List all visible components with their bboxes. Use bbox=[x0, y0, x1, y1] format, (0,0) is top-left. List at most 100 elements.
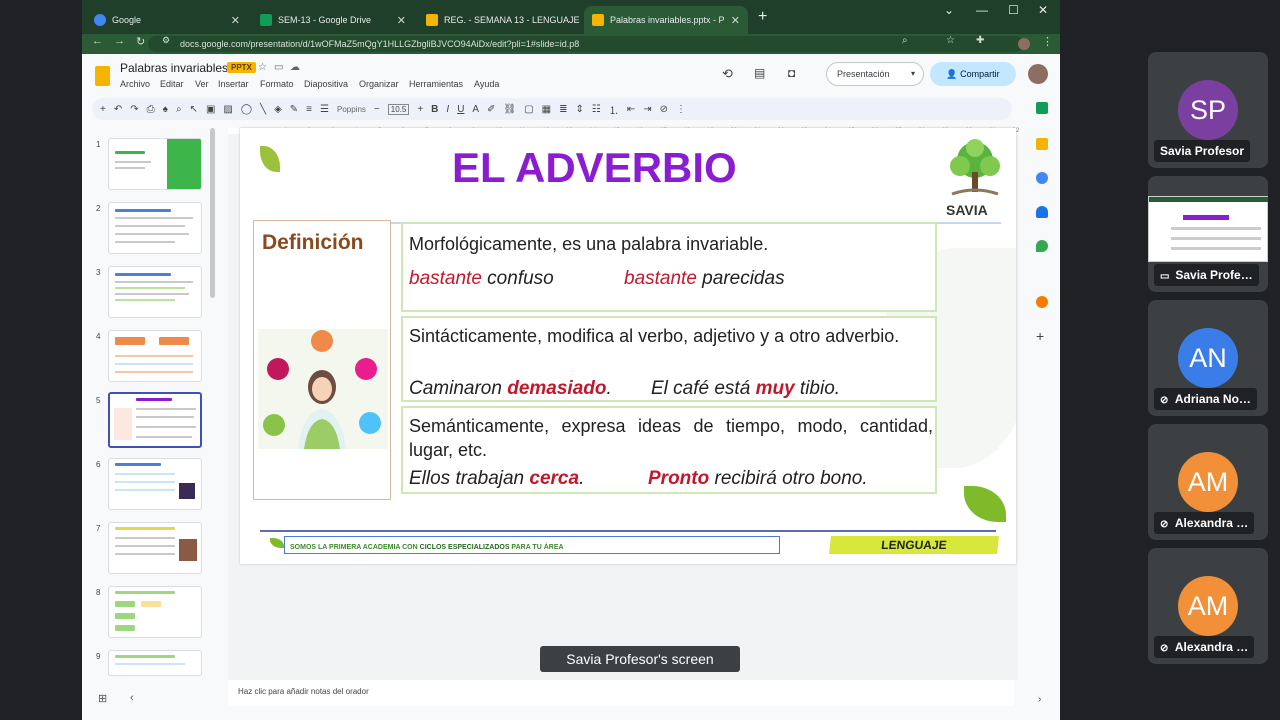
border-dash-icon[interactable]: ☰ bbox=[320, 104, 329, 115]
addon-icon[interactable] bbox=[1036, 296, 1048, 308]
slide-thumbnail[interactable] bbox=[108, 138, 202, 190]
numbered-list-icon[interactable]: ⒈ bbox=[609, 102, 619, 117]
collapse-panel-icon[interactable]: ‹ bbox=[130, 692, 134, 704]
italic-icon[interactable]: I bbox=[446, 104, 449, 115]
chevron-down-icon[interactable]: ⌄ bbox=[944, 3, 954, 17]
image-icon[interactable]: ▨ bbox=[223, 104, 232, 115]
slide-thumbnail[interactable] bbox=[108, 586, 202, 638]
border-color-icon[interactable]: ✎ bbox=[290, 104, 298, 115]
maps-icon[interactable] bbox=[1036, 240, 1048, 252]
participant-tile[interactable]: SP Savia Profesor bbox=[1148, 52, 1268, 168]
present-button[interactable]: Presentación ▾ bbox=[826, 62, 924, 86]
print-icon[interactable]: ⎙ bbox=[147, 104, 155, 115]
comment-add-icon[interactable]: ▢ bbox=[524, 104, 533, 115]
window-close-icon[interactable]: ✕ bbox=[1038, 3, 1048, 17]
back-icon[interactable]: ← bbox=[92, 35, 103, 47]
share-button[interactable]: 👤 Compartir bbox=[930, 62, 1016, 86]
bookmark-star-icon[interactable]: ☆ bbox=[946, 35, 955, 46]
forward-icon[interactable]: → bbox=[114, 35, 125, 47]
sheets-icon[interactable] bbox=[1036, 102, 1048, 114]
undo-icon[interactable]: ↶ bbox=[114, 104, 122, 115]
keep-icon[interactable] bbox=[1036, 138, 1048, 150]
line-spacing-icon[interactable]: ⇕ bbox=[575, 104, 583, 115]
bulleted-list-icon[interactable]: ☷ bbox=[592, 104, 601, 115]
link-icon[interactable]: ⛓ bbox=[503, 104, 516, 115]
close-icon[interactable]: ✕ bbox=[397, 14, 406, 27]
border-weight-icon[interactable]: ≡ bbox=[306, 104, 312, 115]
account-avatar[interactable] bbox=[1028, 64, 1048, 84]
increase-indent-icon[interactable]: ⇥ bbox=[643, 104, 651, 115]
decrease-font-icon[interactable]: − bbox=[374, 104, 380, 115]
highlight-icon[interactable]: ✐ bbox=[487, 104, 495, 115]
slide-thumbnail[interactable] bbox=[108, 266, 202, 318]
slide-thumbnail[interactable] bbox=[108, 330, 202, 382]
url-field[interactable]: docs.google.com/presentation/d/1wOFMaZ5m… bbox=[148, 36, 1024, 52]
meet-camera-icon[interactable]: ◘ bbox=[788, 66, 795, 80]
participant-tile[interactable]: AM ⊘ Alexandra … bbox=[1148, 424, 1268, 540]
menu-herramientas[interactable]: Herramientas bbox=[409, 79, 463, 89]
comments-icon[interactable]: ▤ bbox=[754, 66, 765, 80]
zoom-icon[interactable]: ⌕ bbox=[176, 104, 182, 115]
maximize-icon[interactable]: ☐ bbox=[1008, 3, 1019, 17]
slide-thumbnail[interactable] bbox=[108, 522, 202, 574]
more-icon[interactable]: ⋮ bbox=[676, 104, 686, 115]
text-box-icon[interactable]: ▣ bbox=[206, 104, 215, 115]
new-tab-icon[interactable]: + bbox=[758, 8, 767, 26]
menu-diapositiva[interactable]: Diapositiva bbox=[304, 79, 348, 89]
menu-insertar[interactable]: Insertar bbox=[218, 79, 249, 89]
font-size-field[interactable]: 10.5 bbox=[387, 103, 410, 115]
speaker-notes[interactable]: Haz clic para añadir notas del orador bbox=[228, 680, 1014, 706]
profile-avatar[interactable] bbox=[1018, 38, 1030, 50]
tab-presentation[interactable]: Palabras invariables.pptx - Presen ✕ bbox=[584, 6, 748, 34]
menu-ayuda[interactable]: Ayuda bbox=[474, 79, 499, 89]
menu-editar[interactable]: Editar bbox=[160, 79, 184, 89]
decrease-indent-icon[interactable]: ⇤ bbox=[627, 104, 635, 115]
chevron-down-icon[interactable]: ▾ bbox=[911, 63, 915, 85]
shape-icon[interactable]: ◯ bbox=[241, 104, 252, 115]
menu-ver[interactable]: Ver bbox=[195, 79, 209, 89]
more-menu-icon[interactable]: ⋮ bbox=[1042, 35, 1053, 48]
slide-thumbnail-selected[interactable] bbox=[108, 392, 202, 448]
participant-tile[interactable]: AN ⊘ Adriana No… bbox=[1148, 300, 1268, 416]
image-insert-icon[interactable]: ▦ bbox=[542, 104, 551, 115]
document-title[interactable]: Palabras invariables bbox=[120, 61, 228, 75]
add-icon[interactable]: + bbox=[100, 104, 106, 115]
menu-archivo[interactable]: Archivo bbox=[120, 79, 150, 89]
move-folder-icon[interactable]: ▭ bbox=[274, 62, 283, 73]
site-info-icon[interactable]: ⚙ bbox=[162, 35, 170, 46]
line-icon[interactable]: ╲ bbox=[260, 104, 266, 115]
filmstrip-scrollbar[interactable] bbox=[210, 128, 215, 298]
slides-logo-icon[interactable] bbox=[95, 66, 110, 86]
menu-formato[interactable]: Formato bbox=[260, 79, 294, 89]
participant-tile-presenting[interactable]: ▭ Savia Profe… bbox=[1148, 176, 1268, 292]
tab-drive[interactable]: SEM-13 - Google Drive ✕ bbox=[252, 6, 414, 34]
tab-google[interactable]: Google ✕ bbox=[86, 6, 248, 34]
expand-panel-icon[interactable]: › bbox=[1038, 694, 1041, 705]
slide-thumbnail[interactable] bbox=[108, 650, 202, 676]
align-icon[interactable]: ≣ bbox=[559, 104, 567, 115]
slide-thumbnail[interactable] bbox=[108, 458, 202, 510]
extensions-icon[interactable]: ✚ bbox=[976, 35, 984, 46]
history-icon[interactable]: ⟲ bbox=[722, 66, 733, 82]
zoom-icon[interactable]: ⌕ bbox=[902, 35, 908, 46]
add-addon-icon[interactable]: + bbox=[1036, 328, 1044, 344]
menu-organizar[interactable]: Organizar bbox=[359, 79, 399, 89]
redo-icon[interactable]: ↷ bbox=[130, 104, 138, 115]
increase-font-icon[interactable]: + bbox=[417, 104, 423, 115]
underline-icon[interactable]: U bbox=[457, 104, 464, 115]
close-icon[interactable]: ✕ bbox=[231, 14, 240, 27]
reload-icon[interactable]: ↻ bbox=[136, 35, 145, 48]
minimize-icon[interactable]: — bbox=[976, 3, 988, 17]
paint-format-icon[interactable]: ♠ bbox=[163, 104, 168, 115]
contacts-icon[interactable] bbox=[1036, 206, 1048, 218]
tasks-icon[interactable] bbox=[1036, 172, 1048, 184]
participant-tile[interactable]: AM ⊘ Alexandra … bbox=[1148, 548, 1268, 664]
clear-format-icon[interactable]: ⊘ bbox=[660, 104, 668, 115]
tab-sheet[interactable]: REG. - SEMANA 13 - LENGUAJE ✕ bbox=[418, 6, 580, 34]
slide-thumbnail[interactable] bbox=[108, 202, 202, 254]
font-select[interactable]: Poppins bbox=[337, 105, 366, 114]
fill-color-icon[interactable]: ◈ bbox=[274, 104, 282, 115]
select-cursor-icon[interactable]: ↖ bbox=[190, 104, 198, 115]
close-icon[interactable]: ✕ bbox=[731, 14, 740, 27]
bold-icon[interactable]: B bbox=[431, 104, 438, 115]
